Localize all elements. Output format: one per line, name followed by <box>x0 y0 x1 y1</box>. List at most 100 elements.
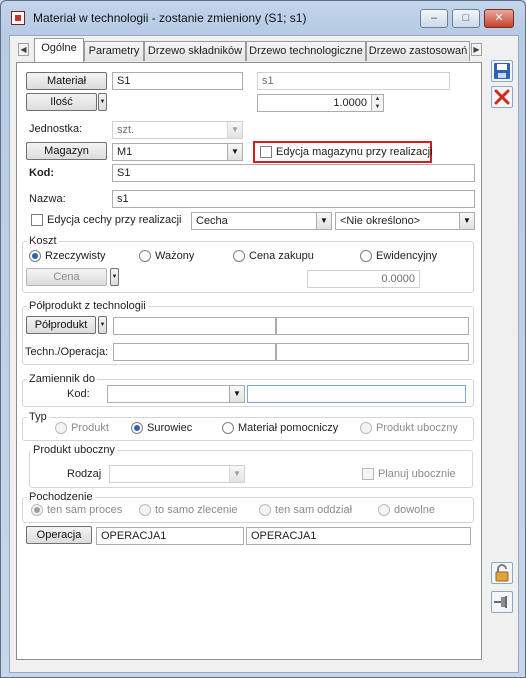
radio-label: Produkt uboczny <box>376 422 458 434</box>
polprodukt-menu-button[interactable]: ▼ <box>98 316 107 334</box>
quantity-field[interactable]: 1.0000 ▲ ▼ <box>257 94 384 112</box>
title-bar[interactable]: Materiał w technologii - zostanie zmieni… <box>1 1 525 33</box>
tab-scroll-left-button[interactable]: ◀ <box>18 43 29 56</box>
chevron-down-icon: ▼ <box>227 144 242 160</box>
planuj-ubocznie-checkbox[interactable] <box>362 468 374 480</box>
edycja-magazynu-label: Edycja magazynu przy realizacji <box>276 146 433 158</box>
tab-drzewo-zastosowan[interactable]: Drzewo zastosowań <box>366 41 470 61</box>
cena-value-field[interactable]: 0.0000 <box>307 270 420 288</box>
planuj-ubocznie-label: Planuj ubocznie <box>378 468 456 480</box>
operacja-field[interactable] <box>276 343 469 361</box>
magazyn-select[interactable]: M1 ▼ <box>112 143 243 161</box>
radio-rzeczywisty[interactable] <box>29 250 41 262</box>
radio-ten-sam-oddzial[interactable] <box>259 504 271 516</box>
kod-field[interactable]: S1 <box>112 164 475 182</box>
pin-button[interactable] <box>491 591 513 613</box>
radio-label: Cena zakupu <box>249 250 314 262</box>
tab-drzewo-technologiczne[interactable]: Drzewo technologiczne <box>246 41 366 61</box>
cecha-option-select[interactable]: <Nie określono> ▼ <box>335 212 475 230</box>
radio-label: Ważony <box>155 250 195 262</box>
radio-label: Surowiec <box>147 422 193 434</box>
tab-parametry[interactable]: Parametry <box>84 41 144 61</box>
radio-label: dowolne <box>394 504 435 516</box>
cecha-select[interactable]: Cecha ▼ <box>191 212 332 230</box>
cena-menu-button[interactable]: ▼ <box>110 268 119 286</box>
quantity-spinner[interactable]: ▲ ▼ <box>371 95 383 111</box>
magazyn-button[interactable]: Magazyn <box>26 142 107 160</box>
radio-to-samo-zlecenie[interactable] <box>139 504 151 516</box>
quantity-value: 1.0000 <box>333 97 367 109</box>
tab-page-ogolne: Materiał S1 s1 Ilość ▼ 1.0000 ▲ ▼ Jednost… <box>16 62 482 660</box>
radio-label: ten sam proces <box>47 504 123 516</box>
nazwa-label: Nazwa: <box>29 193 66 205</box>
zamiennik-kod-label: Kod: <box>67 388 90 400</box>
window-title: Materiał w technologii - zostanie zmieni… <box>33 11 307 25</box>
edycja-magazynu-checkbox[interactable] <box>260 146 272 158</box>
minimize-icon: – <box>430 12 438 24</box>
ilosc-menu-button[interactable]: ▼ <box>98 93 107 111</box>
operacja-code-field[interactable]: OPERACJA1 <box>96 527 244 545</box>
nazwa-field[interactable]: s1 <box>112 190 475 208</box>
rodzaj-select[interactable]: ▼ <box>109 465 245 483</box>
save-icon <box>494 63 510 79</box>
polprodukt-legend: Półprodukt z technologii <box>27 300 148 312</box>
radio-ewidencyjny[interactable] <box>360 250 372 262</box>
maximize-icon: □ <box>462 12 470 24</box>
tab-ogolne[interactable]: Ogólne <box>34 38 84 62</box>
radio-label: Materiał pomocniczy <box>238 422 339 434</box>
polprodukt-button[interactable]: Półprodukt <box>26 316 96 334</box>
radio-ten-sam-proces[interactable] <box>31 504 43 516</box>
technologia-field[interactable] <box>113 343 276 361</box>
operacja-name-field[interactable]: OPERACJA1 <box>246 527 471 545</box>
pin-icon <box>494 596 507 608</box>
delete-icon <box>494 89 510 105</box>
chevron-down-icon: ▼ <box>229 386 244 402</box>
chevron-down-icon: ▼ <box>227 122 242 138</box>
save-button[interactable] <box>491 60 513 82</box>
cecha-option-value: <Nie określono> <box>340 215 421 227</box>
operacja-button[interactable]: Operacja <box>26 526 92 544</box>
tab-scroll-right-button[interactable]: ▶ <box>471 43 482 56</box>
cecha-value: Cecha <box>196 215 228 227</box>
edycja-cechy-label: Edycja cechy przy realizacji <box>47 214 182 226</box>
edycja-cechy-checkbox[interactable] <box>31 214 43 226</box>
rodzaj-label: Rodzaj <box>67 468 102 480</box>
delete-button[interactable] <box>491 86 513 108</box>
radio-label: Ewidencyjny <box>376 250 438 262</box>
jednostka-value: szt. <box>117 124 135 136</box>
koszt-legend: Koszt <box>27 235 59 247</box>
ilosc-button[interactable]: Ilość <box>26 93 97 111</box>
radio-cena-zakupu[interactable] <box>233 250 245 262</box>
chevron-down-icon: ▼ <box>459 213 474 229</box>
typ-legend: Typ <box>27 411 49 423</box>
lock-button[interactable] <box>491 562 513 584</box>
radio-surowiec[interactable] <box>131 422 143 434</box>
cena-button[interactable]: Cena <box>26 268 107 286</box>
app-icon <box>11 11 25 25</box>
radio-produkt[interactable] <box>55 422 67 434</box>
minimize-button[interactable]: – <box>420 9 448 28</box>
tab-drzewo-skladnikow[interactable]: Drzewo składników <box>144 41 246 61</box>
lock-icon <box>495 564 509 582</box>
kod-label: Kod: <box>29 167 55 179</box>
material-button[interactable]: Materiał <box>26 72 107 90</box>
zamiennik-name-field[interactable] <box>247 385 466 403</box>
jednostka-select[interactable]: szt. ▼ <box>112 121 243 139</box>
material-code-field[interactable]: S1 <box>112 72 243 90</box>
dialog-client: ◀ Ogólne Parametry Drzewo składników Drz… <box>9 35 519 673</box>
chevron-down-icon: ▼ <box>229 466 244 482</box>
radio-wazony[interactable] <box>139 250 151 262</box>
radio-material-pomocniczy[interactable] <box>222 422 234 434</box>
polprodukt-name-field[interactable] <box>276 317 469 335</box>
polprodukt-code-field[interactable] <box>113 317 276 335</box>
material-name-field[interactable]: s1 <box>257 72 450 90</box>
radio-label: ten sam oddział <box>275 504 353 516</box>
magazyn-value: M1 <box>117 146 133 158</box>
zamiennik-kod-select[interactable]: ▼ <box>107 385 245 403</box>
radio-produkt-uboczny[interactable] <box>360 422 372 434</box>
pochodzenie-legend: Pochodzenie <box>27 491 95 503</box>
dialog-window: Materiał w technologii - zostanie zmieni… <box>0 0 526 678</box>
close-button[interactable]: ✕ <box>484 9 514 28</box>
radio-dowolne[interactable] <box>378 504 390 516</box>
maximize-button[interactable]: □ <box>452 9 480 28</box>
